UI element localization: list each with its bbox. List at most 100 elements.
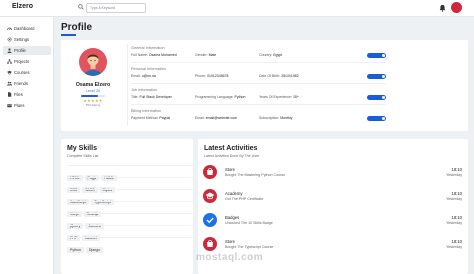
profile-level: Level 20 <box>85 89 101 93</box>
activity-item[interactable]: Badges Unlocked The 10 Skills Badge 18:1… <box>203 209 462 233</box>
experience-field: Years Of Experience: 15+ <box>259 95 299 99</box>
divider <box>127 44 128 126</box>
skill-tag: Python <box>67 247 84 253</box>
page-title: Profile <box>61 22 93 33</box>
profile-avatar <box>79 48 107 76</box>
sidebar-item-label: Settings <box>14 37 30 42</box>
sidebar-item-settings[interactable]: Settings <box>3 35 51 44</box>
watermark: mostaql.com <box>196 252 264 263</box>
top-bar: Elzero Type A Keyword <box>0 0 474 17</box>
section-title: Billing Information <box>131 109 162 113</box>
gender-field: Gender: Male <box>195 53 217 57</box>
user-icon <box>7 48 12 53</box>
search-input[interactable]: Type A Keyword <box>86 3 146 13</box>
job-title-field: Title: Full Stack Developer <box>131 95 172 99</box>
personal-info-section: Personal Information Email: o@nn.sa Phon… <box>131 67 386 84</box>
section-title: Personal Information <box>131 67 167 71</box>
activities-subtitle: Latest Activities Done By The User <box>204 154 260 158</box>
sidebar: Dashboard Settings Profile Projects Cour… <box>0 17 54 274</box>
sidebar-item-label: Courses <box>14 70 30 75</box>
activity-date: Yesterday <box>446 197 462 201</box>
payment-method-field: Payment Method: Paypal <box>131 116 171 120</box>
bell-icon[interactable] <box>439 4 446 12</box>
activity-desc: Bought The Mastering Python Course <box>225 173 286 177</box>
gauge-icon <box>7 27 12 31</box>
general-info-section: General Information Full Name: Osama Moh… <box>131 46 386 63</box>
section-title: General Information <box>131 46 165 50</box>
country-field: Country: Egypt <box>259 53 283 57</box>
activities-title: Latest Activities <box>204 145 258 152</box>
sidebar-item-dashboard[interactable]: Dashboard <box>3 24 51 33</box>
activity-time: 18:10 <box>451 239 462 244</box>
skills-subtitle: Complete Skills List <box>67 154 99 158</box>
billing-info-toggle[interactable] <box>367 116 386 121</box>
sidebar-item-label: Files <box>14 92 23 97</box>
diagram-icon <box>7 59 12 64</box>
file-icon <box>8 92 12 97</box>
divider <box>131 83 386 84</box>
skill-tag: Django <box>85 247 103 253</box>
graduation-cap-icon <box>203 189 217 203</box>
divider <box>131 104 386 105</box>
activity-time: 18:10 <box>451 215 462 220</box>
sidebar-item-label: Friends <box>14 81 28 86</box>
billing-email-field: Email: email@website.com <box>195 116 238 120</box>
job-info-section: Job Information Title: Full Stack Develo… <box>131 88 386 105</box>
store-icon <box>203 165 217 179</box>
store-icon <box>203 237 217 251</box>
skills-title: My Skills <box>67 145 97 152</box>
profile-name: Osama Elzero <box>75 82 111 88</box>
job-info-toggle[interactable] <box>367 95 386 100</box>
users-icon <box>7 81 12 86</box>
app-logo: Elzero <box>12 3 34 10</box>
section-title: Job Information <box>131 88 158 92</box>
sidebar-item-profile[interactable]: Profile <box>3 46 51 55</box>
activity-title: Badges <box>225 215 240 220</box>
level-progress-bar <box>81 95 105 97</box>
activity-date: Yesterday <box>446 221 462 225</box>
avatar[interactable] <box>451 2 462 13</box>
personal-info-toggle[interactable] <box>367 74 386 79</box>
skills-card: My Skills Complete Skills List HTML Pugjs… <box>61 139 247 274</box>
subscription-field: Subscription: Monthly <box>259 116 293 120</box>
activity-desc: Got The PHP Certificate <box>225 197 264 201</box>
graduation-cap-icon <box>7 70 12 75</box>
sidebar-item-courses[interactable]: Courses <box>3 68 51 77</box>
full-name-field: Full Name: Osama Mohamed <box>131 53 177 57</box>
phone-field: Phone: 01012345678 <box>195 74 229 78</box>
activity-time: 18:10 <box>451 191 462 196</box>
check-badge-icon <box>203 213 217 227</box>
email-field: Email: o@nn.sa <box>131 74 156 78</box>
activity-desc: Bought The Typescript Course <box>225 245 274 249</box>
person-illustration-icon <box>84 54 102 76</box>
general-info-toggle[interactable] <box>367 53 386 58</box>
language-field: Programming Language: Python <box>195 95 246 99</box>
divider <box>131 62 386 63</box>
profile-card: Osama Elzero Level 20 ★★★★★ 550 Rating G… <box>61 40 468 131</box>
activity-item[interactable]: Store Bought The Mastering Python Course… <box>203 161 462 185</box>
sidebar-item-files[interactable]: Files <box>3 90 51 99</box>
activity-date: Yesterday <box>446 173 462 177</box>
sidebar-item-label: Profile <box>14 48 26 53</box>
title-underline <box>61 34 76 36</box>
sidebar-item-label: Projects <box>14 59 30 64</box>
sidebar-item-friends[interactable]: Friends <box>3 79 51 88</box>
billing-info-section: Billing Information Payment Method: Payp… <box>131 109 386 123</box>
search-icon <box>78 4 84 10</box>
credit-card-icon <box>7 104 12 108</box>
activity-title: Store <box>225 239 236 244</box>
sidebar-item-projects[interactable]: Projects <box>3 57 51 66</box>
activity-time: 18:10 <box>451 167 462 172</box>
activity-desc: Unlocked The 10 Skills Badge <box>225 221 273 225</box>
gear-icon <box>7 37 12 42</box>
sidebar-item-label: Plans <box>14 103 25 108</box>
activity-date: Yesterday <box>446 245 462 249</box>
rating-count: 550 Rating <box>85 103 101 107</box>
activity-title: Academy <box>225 191 243 196</box>
sidebar-item-plans[interactable]: Plans <box>3 101 51 110</box>
activity-item[interactable]: Academy Got The PHP Certificate 18:10 Ye… <box>203 185 462 209</box>
level-progress-fill <box>81 95 98 97</box>
sidebar-item-label: Dashboard <box>14 26 35 31</box>
activity-title: Store <box>225 167 236 172</box>
dob-field: Date Of Birth: 25/10/1982 <box>259 74 299 78</box>
